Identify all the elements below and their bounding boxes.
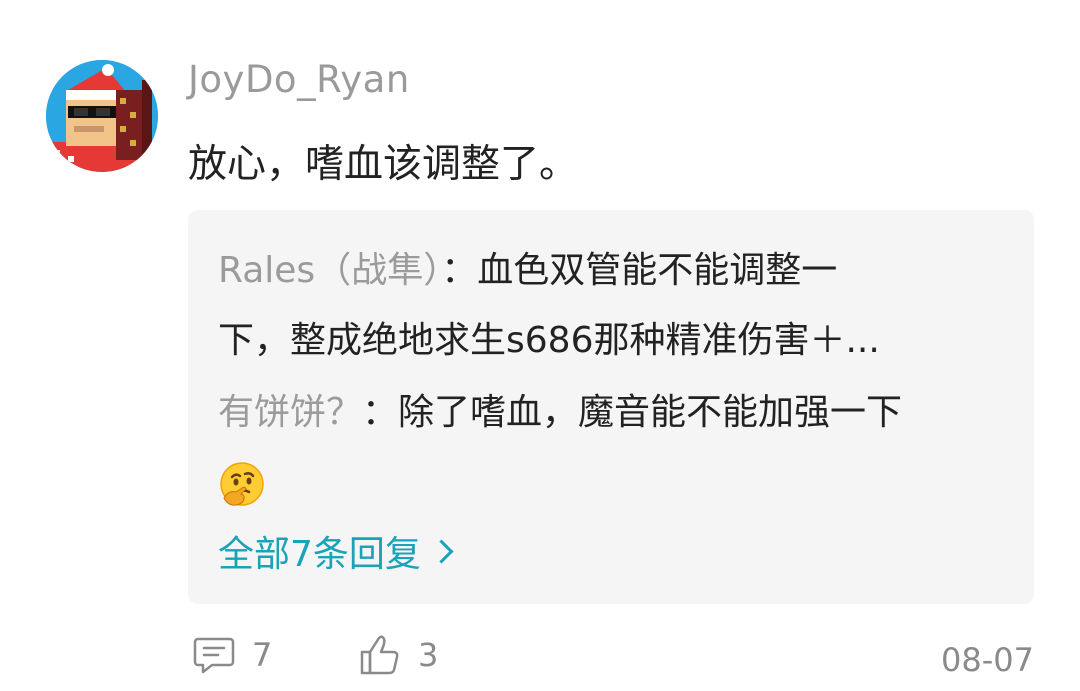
like-count: 3	[418, 636, 439, 674]
avatar-image	[46, 60, 158, 172]
comment-text: 放心，嗜血该调整了。	[188, 142, 579, 187]
like-button[interactable]: 3	[358, 633, 438, 677]
comment-footer: 7 3 08-07	[188, 633, 1034, 691]
reply-text: 血色双管能不能调整一	[477, 250, 838, 291]
comment-card: JoyDo_Ryan 放心，嗜血该调整了。 Rales（战隼）：血色双管能不能调…	[0, 0, 1080, 691]
reply-author[interactable]: Rales（战隼）	[218, 250, 441, 291]
replies-preview[interactable]: Rales（战隼）：血色双管能不能调整一 下，整成绝地求生s686那种精准伤害＋…	[188, 210, 1034, 604]
reply-item[interactable]: 有饼饼？：除了嗜血，魔音能不能加强一下	[218, 378, 1008, 518]
all-replies-label: 全部7条回复	[218, 534, 421, 575]
comment-date: 08-07	[941, 641, 1034, 679]
avatar[interactable]	[46, 60, 158, 172]
reply-line: 有饼饼？：除了嗜血，魔音能不能加强一下	[218, 378, 1008, 448]
chevron-right-icon	[429, 538, 454, 564]
reply-separator: ：	[362, 392, 399, 433]
comment-bubble-icon	[193, 637, 235, 674]
reply-line: 下，整成绝地求生s686那种精准伤害＋...	[218, 306, 1008, 376]
reply-text: 除了嗜血，魔音能不能加强一下	[398, 392, 903, 433]
thinking-face-emoji-icon	[220, 462, 264, 506]
all-replies-link[interactable]: 全部7条回复	[218, 525, 454, 577]
reply-separator: ：	[441, 250, 478, 291]
username[interactable]: JoyDo_Ryan	[188, 58, 410, 101]
reply-line: Rales（战隼）：血色双管能不能调整一	[218, 236, 1008, 306]
reply-author[interactable]: 有饼饼？	[218, 392, 362, 433]
reply-text-continued: 下，整成绝地求生s686那种精准伤害＋...	[218, 320, 880, 361]
reply-button[interactable]: 7	[192, 633, 272, 677]
thumbs-up-icon	[360, 635, 399, 675]
comment-count: 7	[252, 636, 273, 674]
reply-item[interactable]: Rales（战隼）：血色双管能不能调整一 下，整成绝地求生s686那种精准伤害＋…	[218, 236, 1008, 376]
reply-line	[218, 448, 1008, 518]
